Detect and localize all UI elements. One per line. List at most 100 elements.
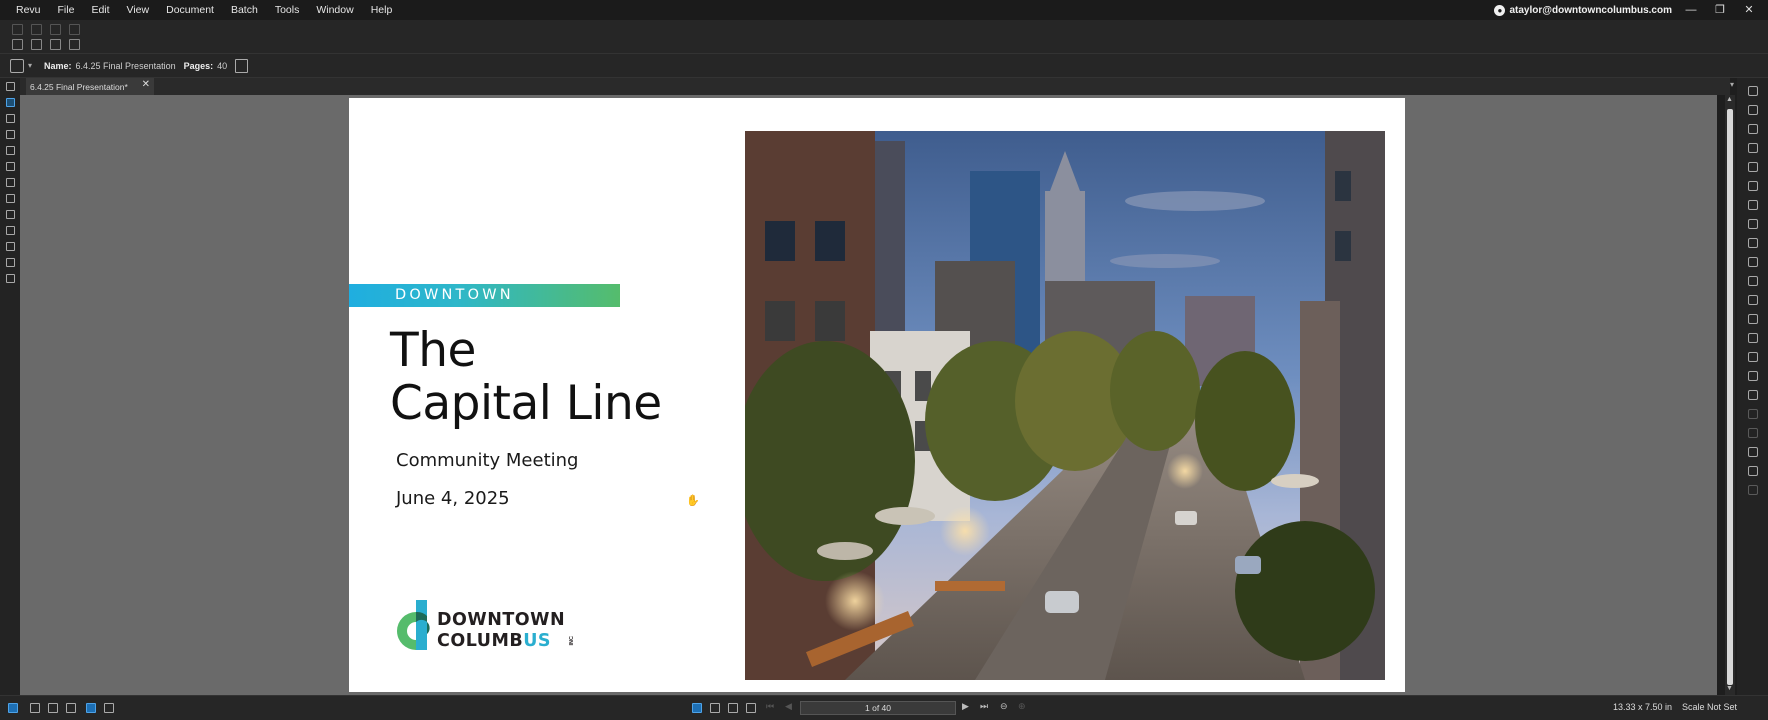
callout-icon[interactable] [1748, 181, 1758, 191]
split-view-icon[interactable] [66, 703, 76, 713]
next-view-icon[interactable]: ⊕ [1018, 701, 1026, 712]
polygon-icon[interactable] [1748, 390, 1758, 400]
text-box-icon[interactable] [1748, 86, 1758, 96]
list-view-icon[interactable] [8, 703, 18, 713]
previous-view-icon[interactable]: ⊖ [1000, 701, 1008, 712]
arrow-icon[interactable] [1748, 276, 1758, 286]
page-size: 13.33 x 7.50 in [1613, 702, 1673, 712]
menu-view[interactable]: View [119, 0, 159, 20]
properties-icon[interactable] [6, 162, 15, 171]
measurements-icon[interactable] [6, 194, 15, 203]
page-title: The Capital Line [390, 324, 710, 430]
menu-edit[interactable]: Edit [83, 0, 118, 20]
pan-tool-icon[interactable] [692, 703, 702, 713]
print-icon[interactable] [50, 39, 61, 50]
logo-line-2: COLUMBUS [437, 631, 551, 651]
chevron-down-icon[interactable]: ▾ [28, 61, 32, 70]
more-tools-icon[interactable] [1748, 485, 1758, 495]
previous-page-icon[interactable]: ◀ [785, 701, 792, 712]
search-icon[interactable] [6, 258, 15, 267]
first-page-icon[interactable]: ⏮ [766, 701, 774, 712]
downtown-columbus-logo: DOWNTOWN COLUMBUS INC [394, 600, 594, 656]
dimension-icon[interactable] [1748, 333, 1758, 343]
page-number-field[interactable]: 1 of 40 [800, 701, 956, 715]
pdf-page[interactable]: DOWNTOWN COLUMBUS The Capital Line Commu… [349, 98, 1405, 692]
globe-icon[interactable] [6, 178, 15, 187]
last-page-icon[interactable]: ⏭ [980, 701, 988, 712]
menu-document[interactable]: Document [158, 0, 223, 20]
vertical-scrollbar[interactable]: ▲ ▼ [1725, 95, 1735, 695]
next-page-icon[interactable]: ▶ [962, 701, 969, 712]
quick-access-toolbar [0, 20, 1768, 54]
close-window-button[interactable]: ✕ [1735, 0, 1763, 20]
studio-icon[interactable] [6, 98, 15, 107]
menu-batch[interactable]: Batch [223, 0, 267, 20]
file-access-icon[interactable] [6, 146, 15, 155]
page-setup-icon[interactable] [235, 58, 249, 73]
signatures-icon[interactable] [6, 210, 15, 219]
zoom-tool-icon[interactable] [746, 703, 756, 713]
highlight-icon[interactable] [1748, 124, 1758, 134]
title-line-2: Capital Line [390, 376, 662, 431]
save-icon[interactable] [31, 39, 42, 50]
layers-icon[interactable] [6, 130, 15, 139]
tab-label: 6.4.25 Final Presentation* [30, 81, 128, 92]
undo-icon[interactable] [12, 24, 23, 35]
select-tool-icon[interactable] [710, 703, 720, 713]
crop-icon[interactable] [1748, 238, 1758, 248]
scroll-up-icon[interactable]: ▲ [1726, 96, 1733, 103]
tab-list-chevron-icon[interactable]: ▾ [1730, 80, 1734, 89]
brand-banner: DOWNTOWN COLUMBUS [349, 284, 620, 326]
document-icon[interactable] [10, 58, 24, 73]
menu-file[interactable]: File [50, 0, 84, 20]
ellipse-icon[interactable] [1748, 162, 1758, 172]
menu-tools[interactable]: Tools [267, 0, 309, 20]
slide-date: June 4, 2025 [396, 488, 510, 509]
spaces-icon[interactable] [6, 242, 15, 251]
rectangle-icon[interactable] [1748, 352, 1758, 362]
select-text-icon[interactable] [728, 703, 738, 713]
open-folder-icon[interactable] [12, 39, 23, 50]
close-tab-icon[interactable]: ✕ [142, 79, 150, 90]
name-label: Name: [44, 60, 72, 71]
links-icon[interactable] [6, 226, 15, 235]
eraser-icon[interactable] [1748, 428, 1758, 438]
continuous-page-icon[interactable] [48, 703, 58, 713]
scroll-down-icon[interactable]: ▼ [1726, 685, 1733, 692]
menu-bar: Revu File Edit View Document Batch Tools… [0, 0, 1768, 20]
restore-button[interactable]: ❐ [1706, 0, 1734, 20]
bookmarks-icon[interactable] [6, 114, 15, 123]
account-menu[interactable]: ● ataylor@downtowncolumbus.com [1494, 0, 1672, 20]
streetscape-photo [745, 131, 1385, 680]
cloud-icon[interactable] [1748, 409, 1758, 419]
pen-icon[interactable] [1748, 105, 1758, 115]
document-tab-strip: 6.4.25 Final Presentation* ✕ [20, 78, 1730, 95]
thumbnails-icon[interactable] [6, 82, 15, 91]
sync-icon[interactable] [86, 703, 96, 713]
back-icon[interactable] [50, 24, 61, 35]
menu-help[interactable]: Help [363, 0, 402, 20]
measure-icon[interactable] [1748, 447, 1758, 457]
line-icon[interactable] [1748, 257, 1758, 267]
compare-icon[interactable] [104, 703, 114, 713]
scroll-thumb[interactable] [1727, 109, 1733, 685]
menu-window[interactable]: Window [308, 0, 362, 20]
single-page-icon[interactable] [30, 703, 40, 713]
user-stamp-icon[interactable] [1748, 200, 1758, 210]
scale-status[interactable]: Scale Not Set [1682, 702, 1737, 712]
menu-revu[interactable]: Revu [0, 0, 50, 20]
circle-icon[interactable] [1748, 371, 1758, 381]
tab-document[interactable]: 6.4.25 Final Presentation* ✕ [26, 78, 154, 95]
forward-icon[interactable] [69, 24, 80, 35]
markups-icon[interactable] [6, 274, 15, 283]
arc-icon[interactable] [1748, 295, 1758, 305]
stamp-icon[interactable] [1748, 143, 1758, 153]
redo-icon[interactable] [31, 24, 42, 35]
ruler-icon[interactable] [1748, 466, 1758, 476]
document-properties-bar: ▾ Name: 6.4.25 Final Presentation Pages:… [0, 54, 1768, 78]
minimize-button[interactable]: — [1677, 0, 1705, 20]
image-icon[interactable] [1748, 219, 1758, 229]
customize-toolbar-icon[interactable] [69, 39, 80, 50]
document-name[interactable]: 6.4.25 Final Presentation [76, 61, 176, 71]
polyline-icon[interactable] [1748, 314, 1758, 324]
